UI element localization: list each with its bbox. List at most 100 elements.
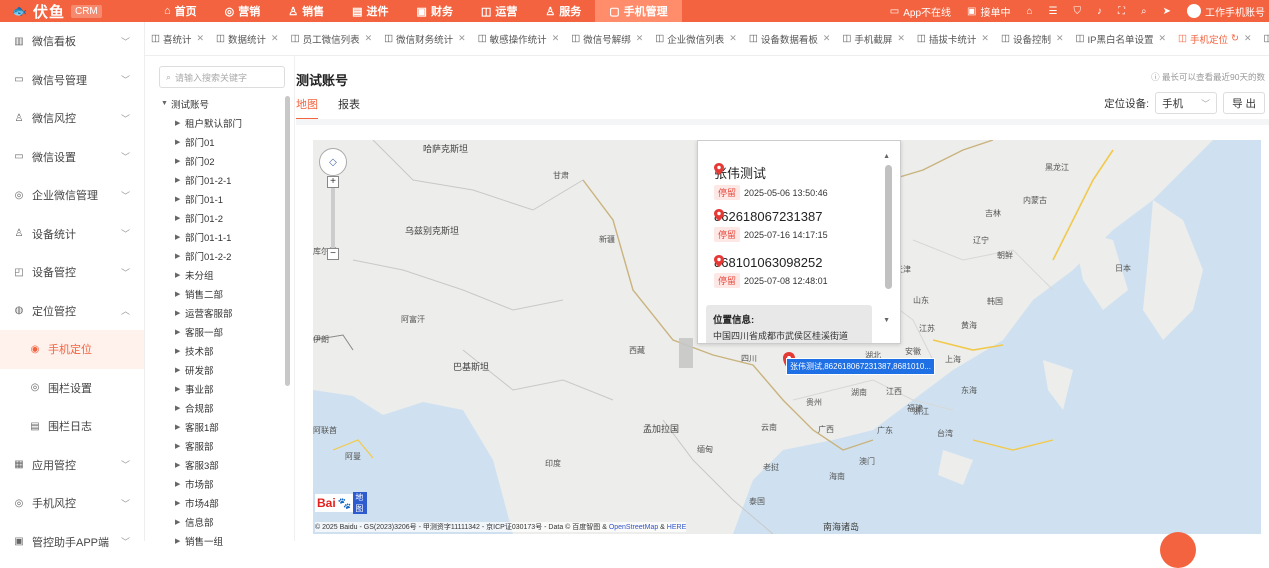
sidebar-item-0[interactable]: ▥ 微信看板 ﹀ [0,22,144,61]
scroll-down-icon[interactable]: ▼ [883,317,890,324]
close-icon[interactable]: ✕ [1158,33,1166,44]
nav-item-7[interactable]: ▢ 手机管理 [595,0,682,22]
close-icon[interactable]: ✕ [981,33,989,44]
tab-9[interactable]: ◫ 插拔卡统计 ✕ [911,32,995,46]
sidebar-item-13[interactable]: ▣ 管控助手APP端 ﹀ [0,523,144,562]
tree-node[interactable]: ▶ 部门01-1 [157,189,282,208]
nav-item-4[interactable]: ▣ 财务 [403,0,467,22]
tab-3[interactable]: ◫ 微信财务统计 ✕ [378,32,472,46]
tree-node[interactable]: ▶ 事业部 [157,379,282,398]
nav-item-2[interactable]: ♙ 销售 [274,0,338,22]
nav-item-3[interactable]: ▤ 进件 [338,0,402,22]
sidebar-item-1[interactable]: ▭ 微信号管理 ﹀ [0,61,144,100]
scroll-up-icon[interactable]: ▲ [883,153,890,160]
account-menu[interactable]: 工作手机账号 [1187,4,1265,19]
close-icon[interactable]: ✕ [823,33,831,44]
close-icon[interactable]: ✕ [1244,33,1252,44]
baidu-logo[interactable]: Bai 🐾 地图 [315,492,367,514]
tree-node[interactable]: ▶ 客服一部 [157,322,282,341]
export-button[interactable]: 导 出 [1223,92,1265,114]
osm-link[interactable]: OpenStreetMap [609,524,658,531]
popup-entry[interactable]: 868101063098252 停留 2025-07-08 12:48:01 [714,255,874,288]
nav-item-1[interactable]: ◎ 营销 [211,0,275,22]
nav-item-0[interactable]: ⌂ 首页 [150,0,211,22]
zoom-slider[interactable] [331,188,335,248]
tab-4[interactable]: ◫ 敏感操作统计 ✕ [472,32,566,46]
tree-node[interactable]: ▶ 客服3部 [157,455,282,474]
tree-node[interactable]: ▶ 合规部 [157,398,282,417]
sidebar-item-5[interactable]: ♙ 设备统计 ﹀ [0,215,144,254]
map-canvas[interactable]: 哈萨克斯坦 乌兹别克斯坦 新疆 阿富汗 巴基斯坦 伊朗 阿联酋 阿曼 印度 孟加拉国 缅甸 老挝 泰国 西… [313,140,1261,534]
subtab-1[interactable]: 报表 [338,96,360,120]
subtab-0[interactable]: 地图 [296,96,318,120]
search-icon[interactable]: ⌕ [1141,6,1147,17]
sidebar-item-6[interactable]: ◰ 设备管控 ﹀ [0,253,144,292]
receiving-status[interactable]: ▣ 接单中 [967,4,1010,19]
tree-node[interactable]: ▶ 部门01-2-2 [157,246,282,265]
popup-entry[interactable]: 张伟测试 停留 2025-05-06 13:50:46 [714,163,874,200]
popup-scrollbar[interactable] [885,165,892,289]
tree-node[interactable]: ▶ 运营客服部 [157,303,282,322]
tab-13[interactable]: ◫围栏设置✕ [1258,32,1269,46]
tree-node[interactable]: ▶ 客服部 [157,436,282,455]
pan-control-icon[interactable]: ◇ [319,148,347,176]
close-icon[interactable]: ✕ [552,33,560,44]
popup-entry[interactable]: 862618067231387 停留 2025-07-16 14:17:15 [714,209,874,242]
close-icon[interactable]: ✕ [729,33,737,44]
close-icon[interactable]: ✕ [197,33,205,44]
tree-node[interactable]: ▶ 研发部 [157,360,282,379]
close-icon[interactable]: ✕ [636,33,644,44]
tree-node[interactable]: ▶ 部门01-2 [157,208,282,227]
tree-node[interactable]: ▶ 技术部 [157,341,282,360]
tree-node[interactable]: ▶ 市场部 [157,474,282,493]
nav-item-6[interactable]: ♙ 服务 [531,0,595,22]
bell-icon[interactable]: ♪ [1097,6,1102,17]
zoom-out-button[interactable]: − [327,248,339,260]
sidebar-item-9[interactable]: ◎ 围栏设置 [0,369,144,408]
sidebar-item-12[interactable]: ◎ 手机风控 ﹀ [0,484,144,523]
tab-0[interactable]: ◫ 喜统计 ✕ [145,32,210,46]
shirt-icon[interactable]: ⛉ [1074,6,1082,17]
app-status[interactable]: ▭ App不在线 [890,4,951,19]
device-select[interactable]: 手机 ﹀ [1155,92,1218,114]
close-icon[interactable]: ✕ [1056,33,1064,44]
tree-node[interactable]: ▶ 部门02 [157,151,282,170]
nav-item-5[interactable]: ◫ 运营 [467,0,531,22]
tree-node[interactable]: ▶ 租户默认部门 [157,113,282,132]
list-icon[interactable]: ☰ [1049,6,1058,17]
tree-node[interactable]: ▶ 部门01-2-1 [157,170,282,189]
tree-root[interactable]: ▼ 测试账号 [157,94,282,113]
sidebar-item-2[interactable]: ♙ 微信风控 ﹀ [0,99,144,138]
tree-node[interactable]: ▶ 市场4部 [157,493,282,512]
tab-11[interactable]: ◫ IP黑白名单设置 ✕ [1070,32,1173,46]
tree-node[interactable]: ▶ 销售二部 [157,284,282,303]
close-icon[interactable]: ✕ [271,33,279,44]
sidebar-item-11[interactable]: ▦ 应用管控 ﹀ [0,446,144,485]
sidebar-item-4[interactable]: ◎ 企业微信管理 ﹀ [0,176,144,215]
tree-node[interactable]: ▶ 部门01-1-1 [157,227,282,246]
logo[interactable]: 🐟 伏鱼 CRM [0,1,150,22]
tree-node[interactable]: ▶ 客服1部 [157,417,282,436]
lock-icon[interactable]: ⌂ [1026,6,1032,17]
sidebar-item-7[interactable]: ◍ 定位管控 ︿ [0,292,144,331]
sidebar-item-3[interactable]: ▭ 微信设置 ﹀ [0,138,144,177]
marker-label[interactable]: 张伟测试,862618067231387,8681010... [786,358,935,375]
close-icon[interactable]: ✕ [458,33,466,44]
tab-6[interactable]: ◫ 企业微信列表 ✕ [649,32,743,46]
tree-node[interactable]: ▶ 未分组 [157,265,282,284]
floating-help-button[interactable] [1160,532,1196,568]
fullscreen-icon[interactable]: ⛶ [1118,6,1125,17]
tree-node[interactable]: ▶ 部门01 [157,132,282,151]
tab-12[interactable]: ◫ 手机定位 ↻ ✕ [1172,32,1258,46]
tree-search-input[interactable]: ⌕ 请输入搜索关键字 [159,66,285,88]
tab-10[interactable]: ◫ 设备控制 ✕ [995,32,1070,46]
close-icon[interactable]: ✕ [365,33,373,44]
tab-7[interactable]: ◫ 设备数据看板 ✕ [743,32,837,46]
close-icon[interactable]: ✕ [897,33,905,44]
tab-2[interactable]: ◫ 员工微信列表 ✕ [285,32,379,46]
tree-scrollbar[interactable] [285,96,290,386]
tab-5[interactable]: ◫ 微信号解绑 ✕ [565,32,649,46]
tab-1[interactable]: ◫ 数据统计 ✕ [210,32,285,46]
tab-8[interactable]: ◫ 手机截屏 ✕ [836,32,911,46]
zoom-in-button[interactable]: + [327,176,339,188]
